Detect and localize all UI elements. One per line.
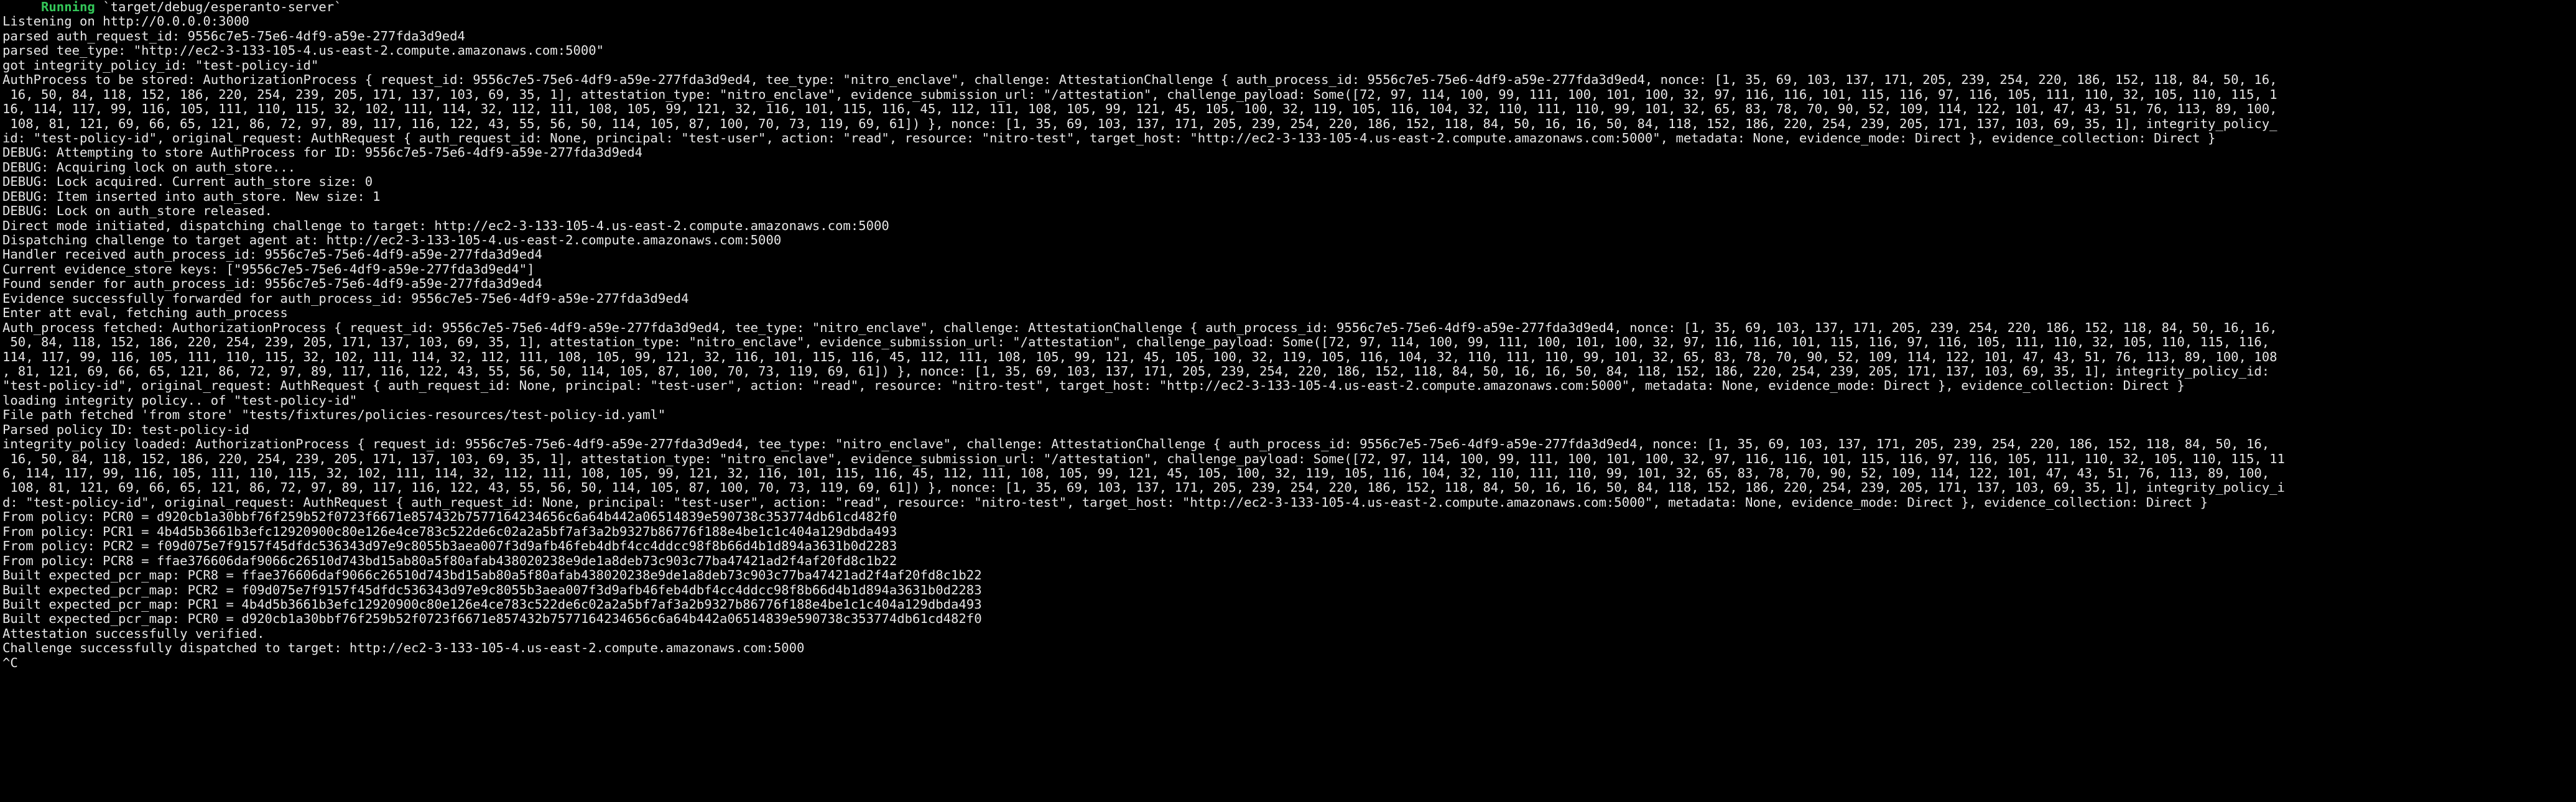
terminal-output-line: got integrity_policy_id: "test-policy-id… [2, 58, 319, 73]
terminal-output-line: d: "test-policy-id", original_request: A… [2, 495, 2208, 510]
terminal-output-line: 50, 84, 118, 152, 186, 220, 254, 239, 20… [2, 335, 2270, 350]
terminal-output-line: Auth_process fetched: AuthorizationProce… [2, 320, 2277, 335]
terminal-output-line: From policy: PCR8 = ffae376606daf9066c26… [2, 553, 897, 568]
terminal-output-line: 16, 50, 84, 118, 152, 186, 220, 254, 239… [2, 451, 2285, 466]
terminal-output-line: "test-policy-id", original_request: Auth… [2, 379, 2185, 394]
terminal-output-line: 114, 117, 99, 116, 105, 111, 110, 115, 3… [2, 349, 2277, 364]
terminal-output-line: AuthProcess to be stored: AuthorizationP… [2, 73, 2277, 88]
terminal-output-line: Built expected_pcr_map: PCR0 = d920cb1a3… [2, 612, 982, 627]
running-status-word: Running [41, 0, 95, 14]
terminal-output-line: Found sender for auth_process_id: 9556c7… [2, 277, 542, 292]
terminal-output-line: 108, 81, 121, 69, 66, 65, 121, 86, 72, 9… [2, 481, 2285, 495]
terminal-output-line: , 81, 121, 69, 66, 65, 121, 86, 72, 97, … [2, 364, 2270, 379]
terminal-output-line: parsed auth_request_id: 9556c7e5-75e6-4d… [2, 29, 465, 44]
terminal-output-line: 16, 50, 84, 118, 152, 186, 220, 254, 239… [2, 87, 2277, 102]
terminal-output-line: parsed tee_type: "http://ec2-3-133-105-4… [2, 44, 605, 58]
terminal-output-line: id: "test-policy-id", original_request: … [2, 131, 2216, 145]
terminal-output-line: DEBUG: Attempting to store AuthProcess f… [2, 145, 643, 160]
terminal-output-line: From policy: PCR2 = f09d075e7f9157f45dfd… [2, 539, 897, 554]
terminal-output-line: Challenge successfully dispatched to tar… [2, 641, 805, 656]
terminal-output-line: Attestation successfully verified. [2, 626, 265, 641]
terminal-output-line: From policy: PCR0 = d920cb1a30bbf76f259b… [2, 510, 897, 525]
terminal-output-line: Parsed policy ID: test-policy-id [2, 422, 249, 437]
terminal-output-line: Handler received auth_process_id: 9556c7… [2, 247, 542, 262]
terminal-output-line: Current evidence_store keys: ["9556c7e5-… [2, 262, 535, 277]
terminal-output-line: File path fetched 'from store' "tests/fi… [2, 408, 666, 423]
running-command: `target/debug/esperanto-server` [95, 0, 342, 14]
terminal-output-line: Built expected_pcr_map: PCR8 = ffae37660… [2, 568, 982, 583]
terminal-output-line: Dispatching challenge to target agent at… [2, 233, 782, 247]
cargo-run-status-line: Running `target/debug/esperanto-server` [2, 0, 2576, 14]
terminal-output-line: From policy: PCR1 = 4b4d5b3661b3efc12920… [2, 524, 897, 539]
terminal-window[interactable]: Running `target/debug/esperanto-server` … [0, 0, 2576, 802]
terminal-output-line: Listening on http://0.0.0.0:3000 [2, 14, 249, 29]
terminal-output-line: 16, 114, 117, 99, 116, 105, 111, 110, 11… [2, 102, 2277, 117]
terminal-output-line: Enter att eval, fetching auth_process [2, 306, 288, 321]
status-indent [2, 0, 41, 14]
terminal-output-line: loading integrity policy.. of "test-poli… [2, 393, 358, 408]
terminal-output-line: integrity_policy loaded: AuthorizationPr… [2, 437, 2270, 452]
terminal-output-line: Evidence successfully forwarded for auth… [2, 291, 689, 306]
terminal-output-line: DEBUG: Lock on auth_store released. [2, 204, 272, 219]
terminal-output-line: Built expected_pcr_map: PCR2 = f09d075e7… [2, 583, 982, 597]
terminal-output-line: DEBUG: Item inserted into auth_store. Ne… [2, 189, 381, 204]
terminal-output-line: DEBUG: Lock acquired. Current auth_store… [2, 175, 373, 190]
terminal-output-line: DEBUG: Acquiring lock on auth_store... [2, 160, 296, 175]
terminal-output-line: 6, 114, 117, 99, 116, 105, 111, 110, 115… [2, 466, 2270, 481]
terminal-output-line: Built expected_pcr_map: PCR1 = 4b4d5b366… [2, 597, 982, 612]
terminal-output: Listening on http://0.0.0.0:3000 parsed a… [2, 14, 2576, 670]
terminal-output-line: Direct mode initiated, dispatching chall… [2, 218, 889, 233]
terminal-output-line: 108, 81, 121, 69, 66, 65, 121, 86, 72, 9… [2, 116, 2277, 131]
terminal-output-line: ^C [2, 655, 18, 670]
